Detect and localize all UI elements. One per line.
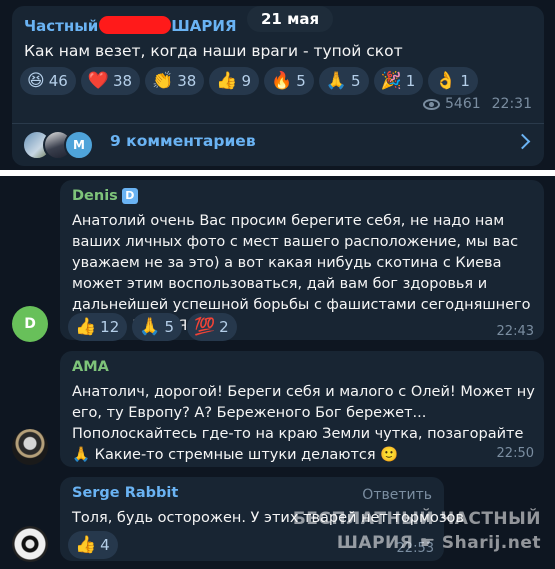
chevron-right-icon[interactable] [514,133,531,150]
post-meta: 5461 22:31 [423,96,532,112]
reaction-chip[interactable]: 🙏 5 [318,67,369,95]
reaction-chip[interactable]: 👍 4 [68,531,118,559]
comment-reactions: 👍 4 [68,531,118,559]
commenter-avatars[interactable]: M [22,130,94,160]
comment-author[interactable]: AMA [72,359,109,375]
reaction-chip[interactable]: 👏 38 [145,67,205,95]
reaction-chip[interactable]: 🙏 5 [132,313,182,341]
channel-post-area: Частный ШАРИЯ Как нам везет, когда наши в… [0,0,555,170]
fire-emoji-icon: 🔥 [271,70,293,91]
pray-emoji-icon: 🙏 [325,70,347,91]
watermark: БЕСПЛАТНЫЙ ЧАСТНЫЙ ШАРИЯ ☛ Sharij.net [292,509,541,553]
heart-emoji-icon: ❤️ [87,70,109,91]
thumbs-up-emoji-icon: 👍 [75,316,97,337]
comment-time: 22:50 [496,446,534,461]
reaction-chip[interactable]: 😆 46 [20,67,76,95]
views-eye-icon [423,98,440,110]
comment-author[interactable]: Serge Rabbit [72,485,178,501]
hundred-emoji-icon: 💯 [193,316,216,337]
pray-emoji-icon: 🙏 [139,316,161,337]
avatar[interactable] [12,526,48,562]
avatar[interactable]: D [12,306,48,342]
reply-button[interactable]: Ответить [362,487,432,503]
channel-name[interactable]: Частный ШАРИЯ [24,15,237,36]
comment-time: 22:43 [496,324,534,339]
ok-hand-emoji-icon: 👌 [435,70,457,91]
reaction-chip[interactable]: 🔥 5 [264,67,314,95]
comment-author[interactable]: Denis D [72,188,138,204]
divider [12,123,544,124]
comments-list: Denis D Анатолий очень Вас просим берегит… [0,176,555,569]
thumbs-up-emoji-icon: 👍 [75,534,97,555]
reaction-chip[interactable]: 🎉 1 [373,67,424,95]
post-time: 22:31 [491,96,532,112]
views-count: 5461 [445,96,481,112]
clap-emoji-icon: 👏 [152,70,174,91]
reaction-chip[interactable]: 👍 9 [209,67,260,95]
reaction-chip[interactable]: ❤️ 38 [80,67,141,95]
comment-bubble: Denis D Анатолий очень Вас просим берегит… [60,180,544,341]
post-reactions: 😆 46 ❤️ 38 👏 38 👍 9 🔥 5 🙏 5 🎉 1 👌 1 [20,67,478,95]
date-badge: 21 мая [247,6,334,32]
post-text: Как нам везет, когда наши враги - тупой … [24,42,403,60]
redaction-mark [99,15,172,34]
comments-link[interactable]: 9 комментариев [110,132,256,150]
comment-reactions: 👍 12 🙏 5 💯 2 [68,313,237,341]
avatar[interactable] [12,429,48,465]
thumbs-up-emoji-icon: 👍 [216,70,238,91]
reaction-chip[interactable]: 👌 1 [428,67,478,95]
comment-bubble: AMA Анатолич, дорогой! Береги себя и мал… [60,351,544,467]
avatar: M [64,130,94,160]
laughing-emoji-icon: 😆 [27,70,45,91]
verified-badge-icon: D [121,188,138,204]
reaction-chip[interactable]: 👍 12 [68,313,128,341]
comment-text: Анатолич, дорогой! Береги себя и малого … [72,384,535,463]
party-emoji-icon: 🎉 [380,70,402,91]
reaction-chip[interactable]: 💯 2 [186,313,237,341]
